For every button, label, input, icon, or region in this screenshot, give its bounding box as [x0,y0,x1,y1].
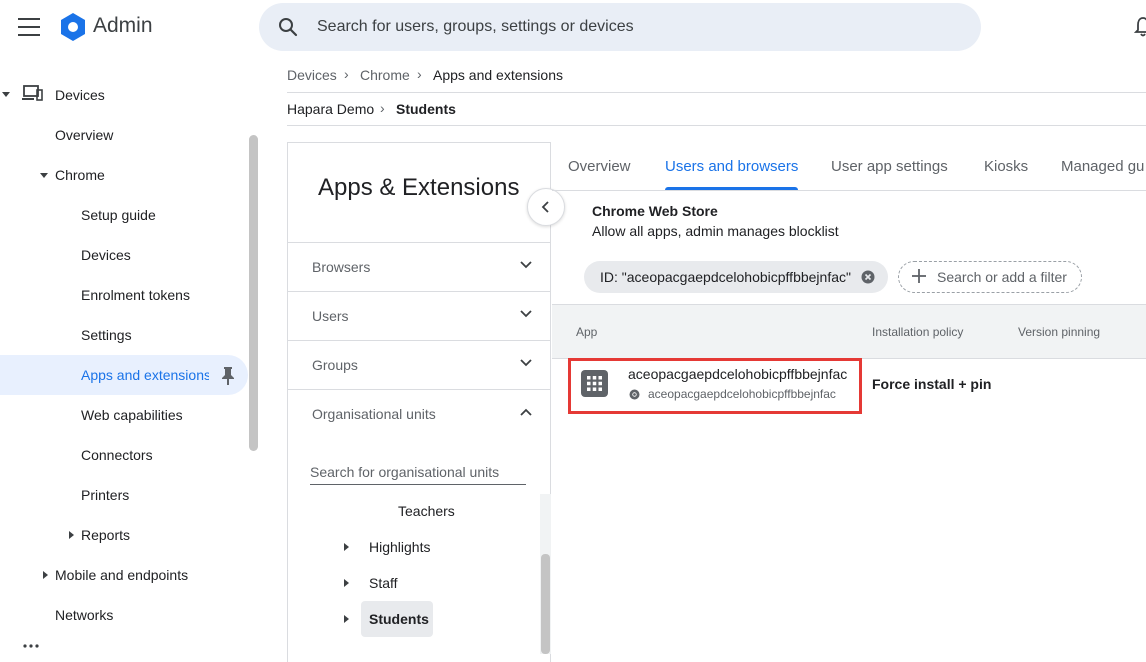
org-unit-search-input[interactable] [310,460,526,485]
org-unit-highlights[interactable]: Highlights [369,539,430,555]
app-name[interactable]: aceopacgaepdcelohobicpffbbejnfac [628,366,847,382]
tab-users-and-browsers[interactable]: Users and browsers [665,158,798,175]
sidebar-item-setup-guide[interactable]: Setup guide [81,195,156,235]
expand-arrow-icon[interactable] [344,615,349,623]
column-header-installation-policy[interactable]: Installation policy [872,325,963,339]
chevron-left-icon [541,201,549,213]
breadcrumb-devices[interactable]: Devices [287,67,337,83]
sidebar-item-networks[interactable]: Networks [55,595,113,635]
sidebar-item-settings[interactable]: Settings [81,315,132,355]
accordion-browsers[interactable]: Browsers [288,242,550,291]
chevron-right-icon: › [344,66,349,82]
pin-icon[interactable] [220,366,236,386]
org-unit-teachers[interactable]: Teachers [398,503,455,519]
admin-logo-icon [61,13,85,41]
expand-arrow-icon[interactable] [344,579,349,587]
search-icon[interactable] [277,16,299,38]
divider [552,190,1146,191]
app-grid-icon [581,370,608,397]
accordion-label: Groups [312,357,358,373]
sidebar-item-web-capabilities[interactable]: Web capabilities [81,395,183,435]
collapse-arrow-icon[interactable] [40,173,48,178]
sidebar-item-chrome-devices[interactable]: Devices [81,235,131,275]
breadcrumb-chrome[interactable]: Chrome [360,67,410,83]
apps-grid-icon[interactable] [22,643,40,652]
app-title[interactable]: Admin [93,14,153,38]
active-tab-indicator [665,187,798,190]
sidebar-item-mobile-and-endpoints[interactable]: Mobile and endpoints [55,555,188,595]
accordion-organisational-units[interactable]: Organisational units [288,389,550,438]
sidebar-item-connectors[interactable]: Connectors [81,435,153,475]
devices-icon [22,85,43,101]
main-menu-icon[interactable] [18,18,40,36]
web-store-setting-title[interactable]: Chrome Web Store [592,203,718,219]
tab-kiosks[interactable]: Kiosks [984,158,1028,175]
chevron-down-icon [520,359,532,367]
notifications-bell-icon[interactable] [1134,16,1146,38]
expand-arrow-icon[interactable] [69,531,74,539]
search-input[interactable] [317,14,957,40]
org-unit-staff[interactable]: Staff [369,575,398,591]
web-store-setting-description: Allow all apps, admin manages blocklist [592,223,839,239]
chevron-up-icon [520,408,532,416]
sidebar-scrollbar[interactable] [249,135,258,451]
breadcrumb-apps-and-extensions: Apps and extensions [433,67,563,83]
accordion-label: Organisational units [312,406,436,422]
accordion-users[interactable]: Users [288,291,550,340]
breadcrumb-org-hapara-demo[interactable]: Hapara Demo [287,101,374,117]
column-header-app[interactable]: App [576,325,597,339]
tab-user-app-settings[interactable]: User app settings [831,158,948,175]
sidebar-item-apps-and-extensions[interactable]: Apps and extensions [81,355,209,395]
accordion-label: Users [312,308,349,324]
column-header-version-pinning[interactable]: Version pinning [1018,325,1100,339]
tab-managed-guest[interactable]: Managed gu [1061,158,1144,175]
expand-arrow-icon[interactable] [43,571,48,579]
panel-title: Apps & Extensions [318,174,520,201]
chevron-right-icon: › [380,100,385,116]
chrome-icon [629,389,640,400]
sidebar-item-enrolment-tokens[interactable]: Enrolment tokens [81,275,190,315]
app-id: aceopacgaepdcelohobicpffbbejnfac [648,387,836,401]
chevron-down-icon [520,310,532,318]
installation-policy-value[interactable]: Force install + pin [872,376,991,392]
divider [287,92,1146,93]
sidebar-item-printers[interactable]: Printers [81,475,129,515]
collapse-panel-button[interactable] [527,188,565,226]
accordion-groups[interactable]: Groups [288,340,550,389]
close-icon[interactable] [861,270,875,284]
filter-chip-label: ID: "aceopacgaepdcelohobicpffbbejnfac" [600,269,851,285]
org-unit-scrollbar[interactable] [541,554,550,654]
plus-icon [912,269,926,283]
accordion-label: Browsers [312,259,371,275]
expand-arrow-icon[interactable] [344,543,349,551]
collapse-arrow-icon[interactable] [2,92,10,97]
sidebar-item-reports[interactable]: Reports [81,515,130,555]
org-unit-students[interactable]: Students [369,611,429,627]
chevron-down-icon [520,261,532,269]
tab-overview[interactable]: Overview [568,158,631,175]
filter-search-input[interactable] [937,268,1077,286]
sidebar-item-overview[interactable]: Overview [55,115,113,155]
sidebar-item-devices[interactable]: Devices [55,75,105,115]
sidebar-item-chrome[interactable]: Chrome [55,155,105,195]
breadcrumb-org-students: Students [396,101,456,117]
chevron-right-icon: › [417,66,422,82]
divider [287,125,1146,126]
